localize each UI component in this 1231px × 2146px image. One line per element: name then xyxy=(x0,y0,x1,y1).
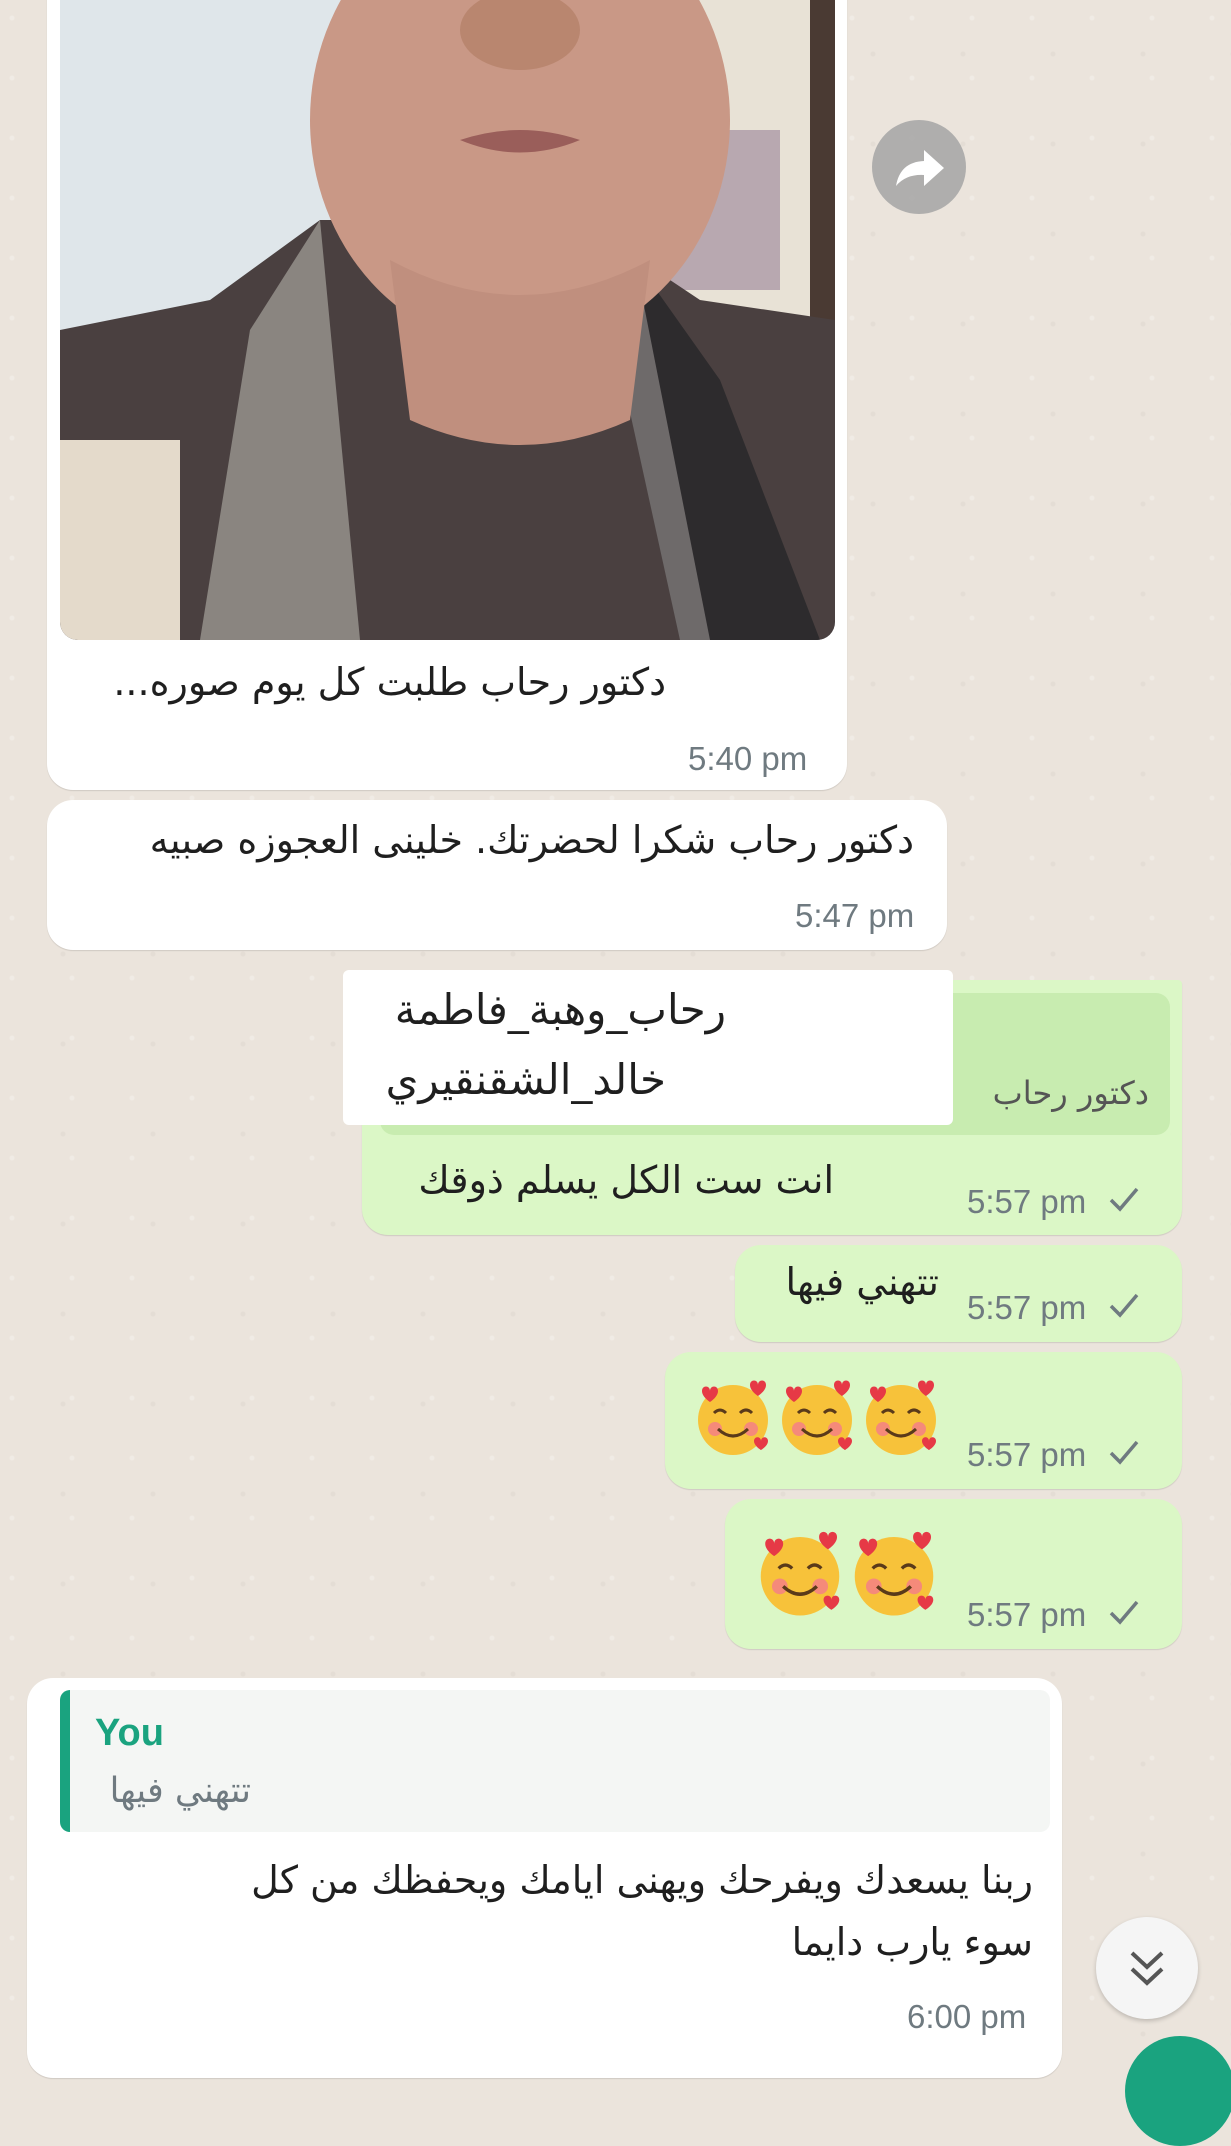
message-time: 5:57 pm xyxy=(967,1596,1087,1633)
photo-caption: دكتور رحاب طلبت كل يوم صوره... xyxy=(113,660,666,704)
message-time: 5:57 pm xyxy=(967,1183,1087,1220)
forward-arrow-icon xyxy=(896,150,944,186)
smiling-face-with-hearts-emoji xyxy=(866,1380,936,1455)
smiling-face-with-hearts-emoji xyxy=(854,1531,934,1616)
smiling-face-with-hearts-emoji xyxy=(698,1380,768,1455)
message-text: تتهني فيها xyxy=(785,1260,939,1304)
single-check-icon xyxy=(1109,1440,1139,1465)
message-text: دكتور رحاب شكرا لحضرتك. خلينى العجوزه صب… xyxy=(149,818,914,862)
message-time: 5:40 pm xyxy=(688,740,808,777)
double-chevron-down-icon xyxy=(1130,1951,1164,1986)
message-time: 5:47 pm xyxy=(795,897,915,934)
photo-thumbnail[interactable] xyxy=(60,0,835,640)
message-time: 6:00 pm xyxy=(907,1998,1027,2035)
message-time: 5:57 pm xyxy=(967,1436,1087,1473)
quote-author: You xyxy=(95,1712,164,1754)
message-time: 5:57 pm xyxy=(967,1289,1087,1326)
smiling-face-with-hearts-emoji xyxy=(782,1380,852,1455)
single-check-icon xyxy=(1109,1600,1139,1625)
message-text-line-2: سوء يارب دايما xyxy=(791,1920,1033,1964)
single-check-icon xyxy=(1109,1187,1139,1212)
overlay-line-1: رحاب_وهبة_فاطمة xyxy=(394,985,726,1034)
single-check-icon xyxy=(1109,1293,1139,1318)
fab-edge[interactable] xyxy=(1125,2036,1231,2146)
scroll-to-bottom-button[interactable] xyxy=(1096,1917,1198,2019)
forward-button[interactable] xyxy=(872,120,966,214)
message-text: انت ست الكل يسلم ذوقك xyxy=(418,1158,834,1202)
overlay-line-2: خالد_الشقنقيري xyxy=(385,1055,666,1104)
message-text-line-1: ربنا يسعدك ويفرحك ويهنى ايامك ويحفظك من … xyxy=(251,1858,1033,1902)
quote-text: تتهني فيها xyxy=(109,1771,251,1811)
smiling-face-with-hearts-emoji xyxy=(760,1531,840,1616)
reply-sender: دكتور رحاب xyxy=(992,1074,1149,1112)
